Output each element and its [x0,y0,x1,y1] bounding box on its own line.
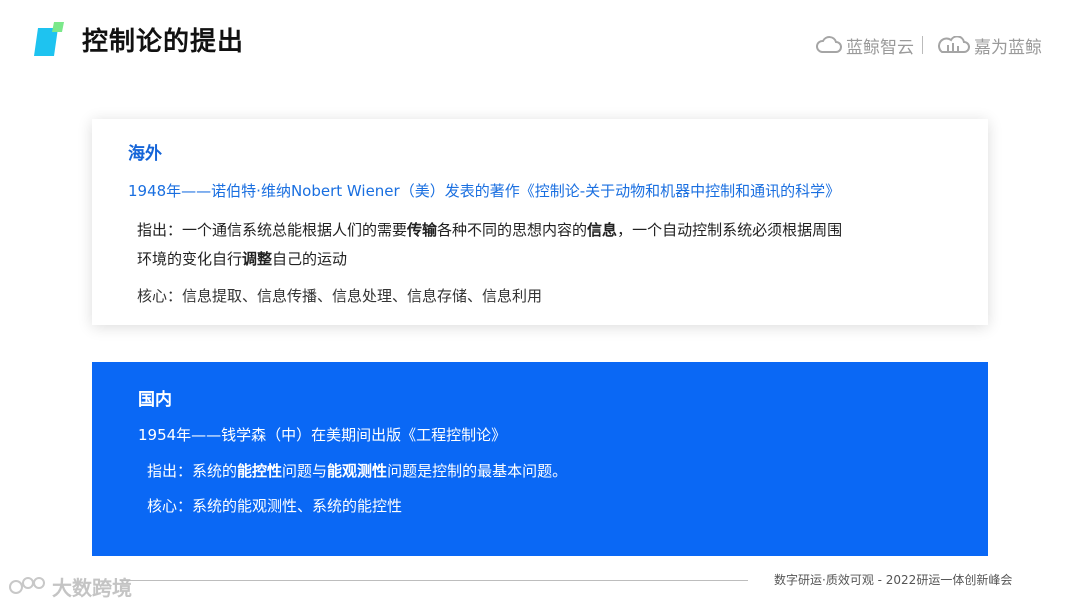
domestic-card: 国内 1954年——钱学森（中）在美期间出版《工程控制论》 指出：系统的能控性问… [92,362,988,556]
text-span: 指出：系统的 [147,462,238,480]
footer-text: 数字研运·质效可观 - 2022研运一体创新峰会 [774,573,1013,587]
text-span: ，一个自动控制系统必须根据周围 [617,221,843,239]
brand-divider [922,36,923,54]
watermark-logo-icon [9,576,45,594]
bold-keyword: 调整 [242,250,273,268]
domestic-core: 核心：系统的能观测性、系统的能控性 [147,497,403,515]
text-span: 指出：一个通信系统总能根据人们的需要 [137,221,408,239]
text-span: 环境的变化自行 [137,250,243,268]
overseas-core: 核心：信息提取、信息传播、信息处理、信息存储、信息利用 [137,287,543,305]
text-span: 问题与 [282,462,328,480]
text-span: 自己的运动 [272,250,348,268]
brand-right-label: 嘉为蓝鲸 [974,37,1042,58]
overseas-event: 1948年——诺伯特·维纳Nobert Wiener（美）发表的著作《控制论-关… [128,182,841,200]
text-span: 问题是控制的最基本问题。 [387,462,568,480]
overseas-card: 海外 1948年——诺伯特·维纳Nobert Wiener（美）发表的著作《控制… [92,119,988,325]
overseas-point-line1: 指出：一个通信系统总能根据人们的需要传输各种不同的思想内容的信息，一个自动控制系… [137,219,842,241]
watermark: 大数跨境 [8,572,132,601]
title-accent-icon [34,22,64,56]
canway-logo-icon [938,36,970,53]
bold-keyword: 能观测性 [327,462,388,480]
bold-keyword: 能控性 [237,462,283,480]
bold-keyword: 信息 [587,221,618,239]
page-title: 控制论的提出 [82,27,245,57]
overseas-heading: 海外 [128,144,162,164]
bold-keyword: 传输 [407,221,438,239]
domestic-point: 指出：系统的能控性问题与能观测性问题是控制的最基本问题。 [147,460,567,482]
domestic-event: 1954年——钱学森（中）在美期间出版《工程控制论》 [138,426,507,444]
domestic-heading: 国内 [138,390,172,410]
brand-left-label: 蓝鲸智云 [846,37,914,58]
overseas-point-line2: 环境的变化自行调整自己的运动 [137,248,347,270]
text-span: 各种不同的思想内容的 [437,221,588,239]
footer-divider [120,580,748,581]
brand-bluekingcloud: 蓝鲸智云 [816,34,914,58]
watermark-label: 大数跨境 [52,576,132,600]
brand-canway: 嘉为蓝鲸 [938,34,1042,58]
cloud-logo-icon [816,36,842,53]
